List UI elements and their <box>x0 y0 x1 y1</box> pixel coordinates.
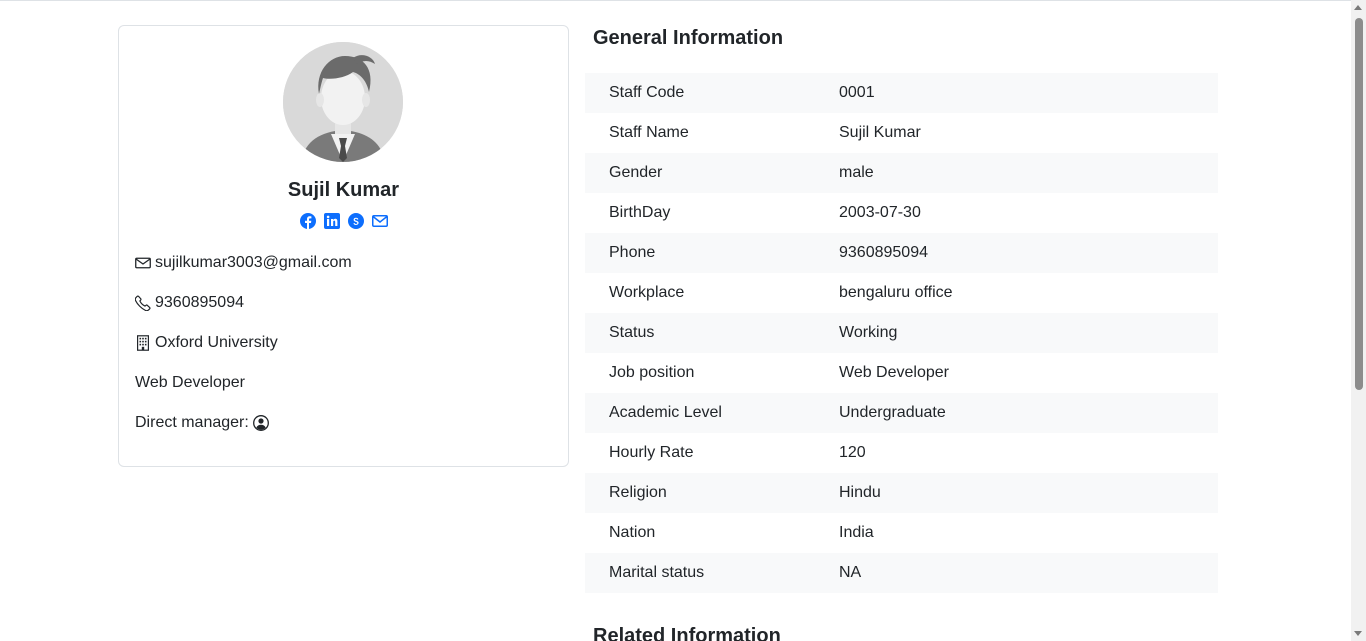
job-title-text: Web Developer <box>135 374 245 391</box>
field-value: Web Developer <box>839 364 949 381</box>
table-row: Staff Name Sujil Kumar <box>585 113 1218 153</box>
general-information-title: General Information <box>593 27 784 49</box>
general-information-table: Staff Code 0001 Staff Name Sujil Kumar Gen… <box>585 73 1218 593</box>
field-label: Phone <box>609 244 656 261</box>
field-label: Academic Level <box>609 404 722 421</box>
field-value: 2003-07-30 <box>839 204 921 221</box>
field-label: Workplace <box>609 284 685 301</box>
field-label: Nation <box>609 524 656 541</box>
field-label: Status <box>609 324 655 341</box>
field-value: India <box>839 524 874 541</box>
field-label: Gender <box>609 164 663 181</box>
table-row: Status Working <box>585 313 1218 353</box>
skype-icon[interactable] <box>347 213 364 229</box>
field-label: Job position <box>609 364 695 381</box>
table-row: Phone 9360895094 <box>585 233 1218 273</box>
direct-manager-line: Direct manager: <box>135 413 269 433</box>
organization-line: Oxford University <box>135 333 278 353</box>
direct-manager-label: Direct manager: <box>135 414 249 431</box>
field-value: bengaluru office <box>839 284 953 301</box>
table-row: Academic Level Undergraduate <box>585 393 1218 433</box>
scroll-up-arrow-icon[interactable] <box>1354 5 1362 10</box>
field-label: Religion <box>609 484 667 501</box>
table-row: BirthDay 2003-07-30 <box>585 193 1218 233</box>
field-label: Staff Name <box>609 124 689 141</box>
facebook-icon[interactable] <box>299 213 316 229</box>
top-divider <box>0 0 1366 1</box>
envelope-icon <box>135 255 151 271</box>
table-row: Workplace bengaluru office <box>585 273 1218 313</box>
job-title-line: Web Developer <box>135 373 245 393</box>
phone-icon <box>134 295 151 312</box>
field-label: BirthDay <box>609 204 671 221</box>
table-row: Hourly Rate 120 <box>585 433 1218 473</box>
mail-icon[interactable] <box>371 213 388 229</box>
field-value: 0001 <box>839 84 875 101</box>
field-value: NA <box>839 564 862 581</box>
user-circle-icon[interactable] <box>252 415 269 431</box>
table-row: Job position Web Developer <box>585 353 1218 393</box>
field-value: Sujil Kumar <box>839 124 921 141</box>
field-value: Undergraduate <box>839 404 946 421</box>
field-value: 9360895094 <box>839 244 928 261</box>
field-value: Hindu <box>839 484 881 501</box>
table-row: Marital status NA <box>585 553 1218 593</box>
table-row: Staff Code 0001 <box>585 73 1218 113</box>
phone-line: 9360895094 <box>134 293 244 313</box>
phone-text: 9360895094 <box>155 294 244 311</box>
related-information-title: Related Information <box>593 625 781 641</box>
field-label: Staff Code <box>609 84 685 101</box>
profile-card: Sujil Kumar sujilkumar3003@gmail.com 936… <box>118 25 569 467</box>
linkedin-icon[interactable] <box>323 213 340 229</box>
building-icon <box>135 335 151 351</box>
field-value: Working <box>839 324 898 341</box>
scroll-down-arrow-icon[interactable] <box>1354 631 1362 636</box>
organization-text: Oxford University <box>155 334 278 351</box>
field-label: Hourly Rate <box>609 444 694 461</box>
social-links <box>119 213 568 229</box>
field-value: male <box>839 164 874 181</box>
field-value: 120 <box>839 444 866 461</box>
table-row: Nation India <box>585 513 1218 553</box>
email-line: sujilkumar3003@gmail.com <box>135 253 352 273</box>
field-label: Marital status <box>609 564 705 581</box>
table-row: Religion Hindu <box>585 473 1218 513</box>
page-scrollbar[interactable] <box>1351 0 1366 641</box>
email-text[interactable]: sujilkumar3003@gmail.com <box>155 254 352 272</box>
scroll-thumb[interactable] <box>1355 18 1363 390</box>
avatar <box>283 42 403 162</box>
table-row: Gender male <box>585 153 1218 193</box>
avatar-image <box>283 42 403 162</box>
profile-name: Sujil Kumar <box>287 179 400 201</box>
